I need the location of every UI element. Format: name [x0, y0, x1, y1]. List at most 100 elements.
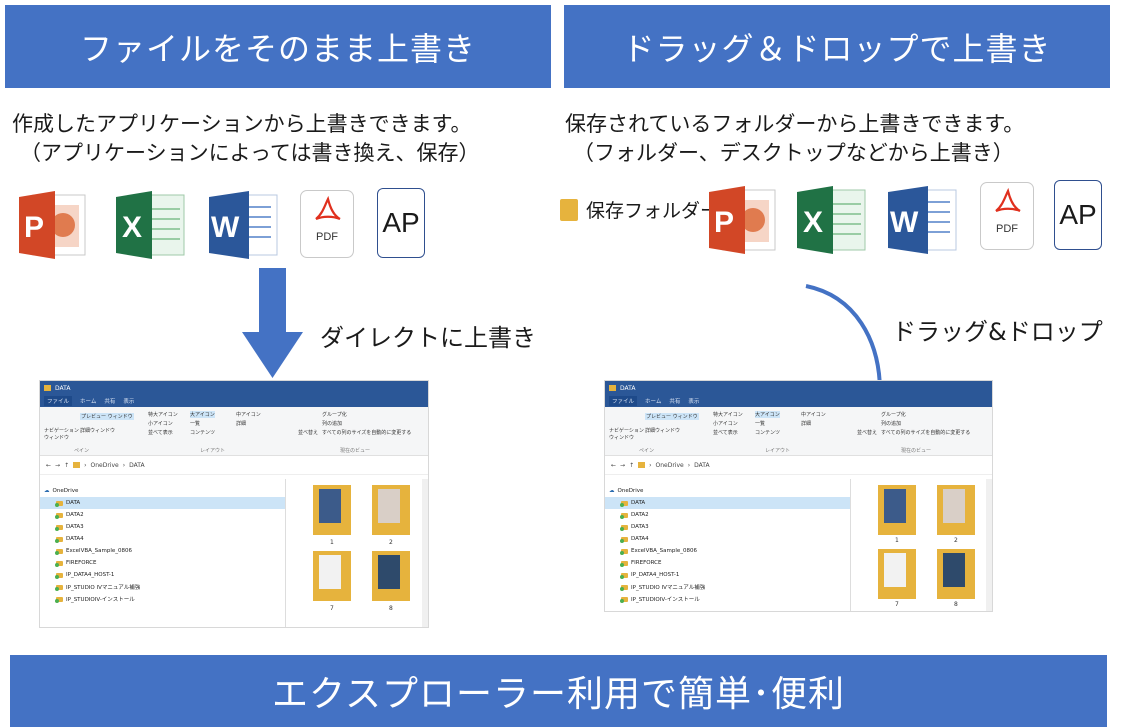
- breadcrumb-sep-icon: ›: [84, 461, 87, 469]
- file-thumb[interactable]: [372, 485, 410, 535]
- ap-label: AP: [382, 207, 420, 238]
- tree-item-ip-data4[interactable]: IP_DATA4_HOST-1: [40, 569, 285, 581]
- sort-button[interactable]: 並べ替え: [857, 429, 877, 436]
- fit-columns-button[interactable]: すべての列のサイズを自動的に変更する: [322, 429, 411, 436]
- tree-item-fireforce[interactable]: FIREFORCE: [40, 557, 285, 569]
- folder-icon: [55, 536, 63, 543]
- tab-home[interactable]: ホーム: [80, 397, 96, 405]
- tree-label: OneDrive: [617, 488, 644, 494]
- small-icons-option[interactable]: 小アイコン: [148, 420, 173, 427]
- content-option[interactable]: コンテンツ: [755, 429, 780, 436]
- add-column-button[interactable]: 列の追加: [881, 420, 901, 427]
- tree-item-excelvba[interactable]: ExcelVBA_Sample_0806: [40, 545, 285, 557]
- tree-item-data2[interactable]: DATA2: [40, 509, 285, 521]
- xl-icons-option[interactable]: 特大アイコン: [713, 411, 743, 418]
- up-arrow-icon[interactable]: ↑: [64, 462, 69, 469]
- forward-arrow-icon[interactable]: →: [55, 462, 60, 469]
- file-area: 1 2 7 8: [286, 479, 428, 627]
- file-thumb[interactable]: [878, 549, 916, 599]
- breadcrumb-onedrive[interactable]: OneDrive: [91, 462, 119, 469]
- medium-icons-option[interactable]: 中アイコン: [801, 411, 826, 418]
- ribbon: ナビゲーション ウィンドウ プレビュー ウィンドウ 詳細ウィンドウ ペイン 特大…: [605, 407, 992, 456]
- small-icons-option[interactable]: 小アイコン: [713, 420, 738, 427]
- scrollbar[interactable]: [986, 479, 992, 611]
- folder-icon: [620, 500, 628, 507]
- details-pane-button[interactable]: 詳細ウィンドウ: [80, 427, 115, 434]
- tree-item-ip-studio-install[interactable]: IP_STUDIOIV-インストール: [605, 593, 850, 605]
- nav-tree: ☁ OneDrive DATA DATA2 DATA3 DATA4 ExcelVB…: [605, 479, 851, 611]
- tree-item-excelvba[interactable]: ExcelVBA_Sample_0806: [605, 545, 850, 557]
- svg-text:X: X: [803, 206, 823, 239]
- fit-columns-button[interactable]: すべての列のサイズを自動的に変更する: [881, 429, 970, 436]
- tab-share[interactable]: 共有: [669, 397, 680, 405]
- preview-pane-button[interactable]: プレビュー ウィンドウ: [645, 413, 699, 420]
- tab-file[interactable]: ファイル: [609, 396, 638, 406]
- file-thumb[interactable]: [313, 551, 351, 601]
- file-thumb[interactable]: [878, 485, 916, 535]
- folder-icon: [560, 198, 578, 221]
- tiles-option[interactable]: 並べて表示: [713, 429, 738, 436]
- tree-label: DATA2: [66, 512, 84, 518]
- tree-item-data4[interactable]: DATA4: [40, 533, 285, 545]
- content-option[interactable]: コンテンツ: [190, 429, 215, 436]
- tree-item-data3[interactable]: DATA3: [605, 521, 850, 533]
- nav-pane-button[interactable]: ナビゲーション ウィンドウ: [44, 427, 79, 441]
- acrobat-swirl-icon: [315, 195, 341, 221]
- tree-item-data[interactable]: DATA: [40, 497, 285, 509]
- tree-item-ip-studio-manual[interactable]: IP_STUDIO IVマニュアル補強: [40, 581, 285, 593]
- file-thumb[interactable]: [372, 551, 410, 601]
- file-thumb[interactable]: [937, 485, 975, 535]
- tree-label: IP_STUDIO IVマニュアル補強: [631, 585, 706, 591]
- details-pane-button[interactable]: 詳細ウィンドウ: [645, 427, 680, 434]
- tree-item-data2[interactable]: DATA2: [605, 509, 850, 521]
- preview-pane-button[interactable]: プレビュー ウィンドウ: [80, 413, 134, 420]
- sort-button[interactable]: 並べ替え: [298, 429, 318, 436]
- group-by-button[interactable]: グループ化: [322, 411, 347, 418]
- nav-pane-button[interactable]: ナビゲーション ウィンドウ: [609, 427, 644, 441]
- breadcrumb-data[interactable]: DATA: [129, 462, 144, 469]
- bottom-banner: エクスプローラー利用で簡単･便利: [10, 655, 1107, 727]
- tree-item-onedrive[interactable]: ☁ OneDrive: [605, 485, 850, 497]
- details-option[interactable]: 詳細: [236, 420, 246, 427]
- xl-icons-option[interactable]: 特大アイコン: [148, 411, 178, 418]
- add-column-button[interactable]: 列の追加: [322, 420, 342, 427]
- tiles-option[interactable]: 並べて表示: [148, 429, 173, 436]
- scrollbar[interactable]: [422, 479, 428, 627]
- forward-arrow-icon[interactable]: →: [620, 462, 625, 469]
- breadcrumb-onedrive[interactable]: OneDrive: [656, 462, 684, 469]
- back-arrow-icon[interactable]: ←: [46, 462, 51, 469]
- tree-item-fireforce[interactable]: FIREFORCE: [605, 557, 850, 569]
- large-icons-option[interactable]: 大アイコン: [190, 411, 215, 418]
- list-option[interactable]: 一覧: [190, 420, 200, 427]
- tree-item-ip-data4[interactable]: IP_DATA4_HOST-1: [605, 569, 850, 581]
- tree-item-onedrive[interactable]: ☁ OneDrive: [40, 485, 285, 497]
- address-bar[interactable]: ← → ↑ › OneDrive › DATA: [40, 456, 428, 475]
- save-folder-item[interactable]: 保存フォルダー: [560, 196, 719, 223]
- breadcrumb-sep-icon: ›: [122, 461, 126, 469]
- tree-item-data4[interactable]: DATA4: [605, 533, 850, 545]
- file-label: 1: [895, 537, 899, 544]
- address-bar[interactable]: ← → ↑ › OneDrive › DATA: [605, 456, 992, 475]
- tab-view[interactable]: 表示: [123, 397, 134, 405]
- explorer-titlebar: DATA: [40, 381, 428, 395]
- up-arrow-icon[interactable]: ↑: [629, 462, 634, 469]
- tree-item-ip-studio-install[interactable]: IP_STUDIOIV-インストール: [40, 593, 285, 605]
- breadcrumb-data[interactable]: DATA: [694, 462, 709, 469]
- details-option[interactable]: 詳細: [801, 420, 811, 427]
- large-icons-option[interactable]: 大アイコン: [755, 411, 780, 418]
- file-thumb[interactable]: [937, 549, 975, 599]
- list-option[interactable]: 一覧: [755, 420, 765, 427]
- back-arrow-icon[interactable]: ←: [611, 462, 616, 469]
- tab-view[interactable]: 表示: [688, 397, 699, 405]
- medium-icons-option[interactable]: 中アイコン: [236, 411, 261, 418]
- file-thumb[interactable]: [313, 485, 351, 535]
- tab-home[interactable]: ホーム: [645, 397, 661, 405]
- file-area: 1 2 7 8: [851, 479, 992, 611]
- tree-item-ip-studio-manual[interactable]: IP_STUDIO IVマニュアル補強: [605, 581, 850, 593]
- folder-icon: [620, 572, 628, 579]
- tab-file[interactable]: ファイル: [44, 396, 73, 406]
- tab-share[interactable]: 共有: [104, 397, 115, 405]
- tree-item-data3[interactable]: DATA3: [40, 521, 285, 533]
- group-by-button[interactable]: グループ化: [881, 411, 906, 418]
- tree-item-data[interactable]: DATA: [605, 497, 850, 509]
